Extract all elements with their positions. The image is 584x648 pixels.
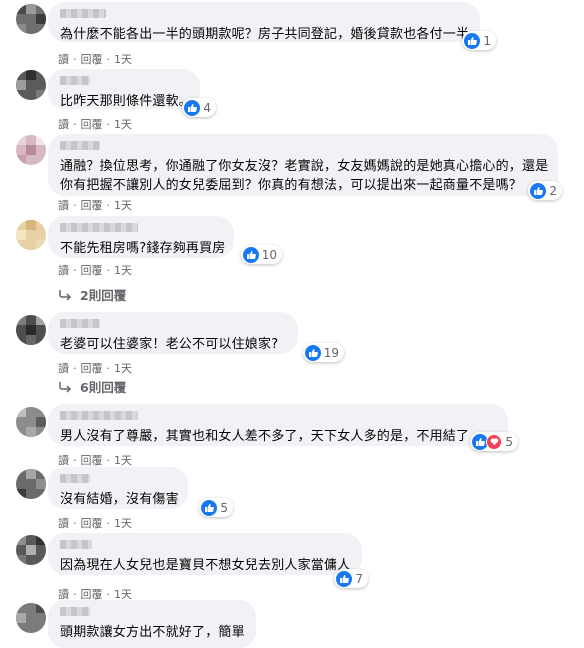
comment-actions: 讀 · 回覆 · 1天	[58, 454, 132, 467]
reaction-count[interactable]: 5	[199, 498, 233, 517]
comment-bubble: 通融？換位思考，你通融了你女友沒？老實說，女友媽媽說的是她真心擔心的，還是 你有…	[48, 134, 562, 200]
reaction-count[interactable]: 7	[334, 569, 368, 588]
comment-text: 比昨天那則條件還軟。	[60, 94, 193, 109]
comment-bubble: 為什麼不能各出一半的頭期款呢？房子共同登記，婚後貸款也各付一半 1	[48, 2, 496, 50]
reply-arrow-icon	[59, 289, 72, 301]
avatar[interactable]	[16, 220, 46, 250]
read-button[interactable]: 讀	[58, 53, 69, 66]
author-name-blurred[interactable]	[60, 76, 90, 85]
comment-text: 為什麼不能各出一半的頭期款呢？房子共同登記，婚後貸款也各付一半	[60, 27, 470, 42]
author-name-blurred[interactable]	[60, 411, 138, 420]
like-icon	[336, 570, 353, 587]
reply-button[interactable]: 回覆	[81, 362, 103, 375]
love-icon	[486, 433, 503, 450]
reply-button[interactable]: 回覆	[81, 454, 103, 467]
reaction-count[interactable]: 4	[182, 98, 216, 117]
like-icon	[184, 99, 201, 116]
comment-text: 男人沒有了尊嚴，其實也和女人差不多了，天下女人多的是，不用結了……	[60, 429, 496, 444]
author-name-blurred[interactable]	[60, 9, 106, 18]
comment-actions: 讀 · 回覆 · 1天	[58, 517, 132, 530]
author-name-blurred[interactable]	[60, 474, 90, 483]
comment-bubble: 男人沒有了尊嚴，其實也和女人差不多了，天下女人多的是，不用結了…… 5	[48, 404, 518, 451]
avatar[interactable]	[16, 535, 46, 565]
comment-bubble: 不能先租房嗎?錢存夠再買房 10	[48, 216, 282, 264]
view-replies-link[interactable]: 6則回覆	[58, 377, 126, 396]
read-button[interactable]: 讀	[58, 199, 69, 212]
comment-text: 老婆可以住婆家！老公不可以住娘家?	[60, 337, 279, 352]
timestamp[interactable]: 1天	[114, 264, 132, 277]
read-button[interactable]: 讀	[58, 454, 69, 467]
timestamp[interactable]: 1天	[114, 517, 132, 530]
comment-actions: 讀 · 回覆 · 1天	[58, 53, 132, 66]
like-icon	[304, 344, 321, 361]
comment-bubble: 比昨天那則條件還軟。 4	[48, 69, 216, 117]
author-name-blurred[interactable]	[60, 607, 90, 616]
comment-actions: 讀 · 回覆 · 1天	[58, 362, 132, 375]
timestamp[interactable]: 1天	[114, 454, 132, 467]
view-replies-link[interactable]: 2則回覆	[58, 285, 126, 304]
avatar[interactable]	[16, 315, 46, 345]
avatar[interactable]	[16, 469, 46, 499]
reaction-count[interactable]: 10	[240, 245, 282, 264]
like-icon	[201, 499, 218, 516]
author-name-blurred[interactable]	[60, 223, 138, 232]
read-button[interactable]: 讀	[58, 118, 69, 131]
comment-actions: 讀 · 回覆 · 1天	[58, 118, 132, 131]
author-name-blurred[interactable]	[60, 141, 100, 150]
reaction-count[interactable]: 2	[528, 181, 562, 200]
author-name-blurred[interactable]	[60, 319, 100, 328]
comment-bubble: 因為現在人女兒也是寶貝不想女兒去別人家當傭人 7	[48, 533, 368, 588]
avatar[interactable]	[16, 135, 46, 165]
comment-actions: 讀 · 回覆 · 1天	[58, 264, 132, 277]
comment-bubble: 老婆可以住婆家！老公不可以住娘家? 19	[48, 312, 344, 362]
avatar[interactable]	[16, 603, 46, 633]
comment-text-line-2: 你有把握不讓別人的女兒委屈到？你真的有想法，可以提出來一起商量不是嗎？	[60, 178, 523, 193]
timestamp[interactable]: 1天	[114, 199, 132, 212]
comment-bubble: 沒有結婚，沒有傷害 5	[48, 467, 233, 517]
like-icon	[464, 32, 481, 49]
author-name-blurred[interactable]	[60, 540, 92, 549]
avatar[interactable]	[16, 70, 46, 100]
like-icon	[242, 246, 259, 263]
comment-bubble: 頭期款讓女方出不就好了，簡單	[48, 600, 256, 648]
timestamp[interactable]: 1天	[114, 53, 132, 66]
read-button[interactable]: 讀	[58, 264, 69, 277]
reply-button[interactable]: 回覆	[81, 517, 103, 530]
comment-text: 頭期款讓女方出不就好了，簡單	[60, 625, 245, 640]
reaction-count[interactable]: 5	[470, 432, 518, 451]
comment-actions: 讀 · 回覆 · 1天	[58, 199, 132, 212]
reaction-count[interactable]: 19	[302, 343, 344, 362]
comment-text: 沒有結婚，沒有傷害	[60, 492, 179, 507]
reply-button[interactable]: 回覆	[81, 264, 103, 277]
comment-text: 因為現在人女兒也是寶貝不想女兒去別人家當傭人	[60, 558, 351, 573]
comment-text-line-1: 通融？換位思考，你通融了你女友沒？老實說，女友媽媽說的是她真心擔心的，還是	[60, 159, 549, 174]
avatar[interactable]	[16, 407, 46, 437]
reply-arrow-icon	[59, 381, 72, 393]
reply-button[interactable]: 回覆	[81, 118, 103, 131]
read-button[interactable]: 讀	[58, 517, 69, 530]
comment-text: 不能先租房嗎?錢存夠再買房	[60, 241, 226, 256]
timestamp[interactable]: 1天	[114, 118, 132, 131]
reply-button[interactable]: 回覆	[81, 53, 103, 66]
reply-button[interactable]: 回覆	[81, 199, 103, 212]
like-icon	[530, 182, 547, 199]
reaction-count[interactable]: 1	[462, 31, 496, 50]
read-button[interactable]: 讀	[58, 362, 69, 375]
avatar[interactable]	[16, 4, 46, 34]
timestamp[interactable]: 1天	[114, 362, 132, 375]
